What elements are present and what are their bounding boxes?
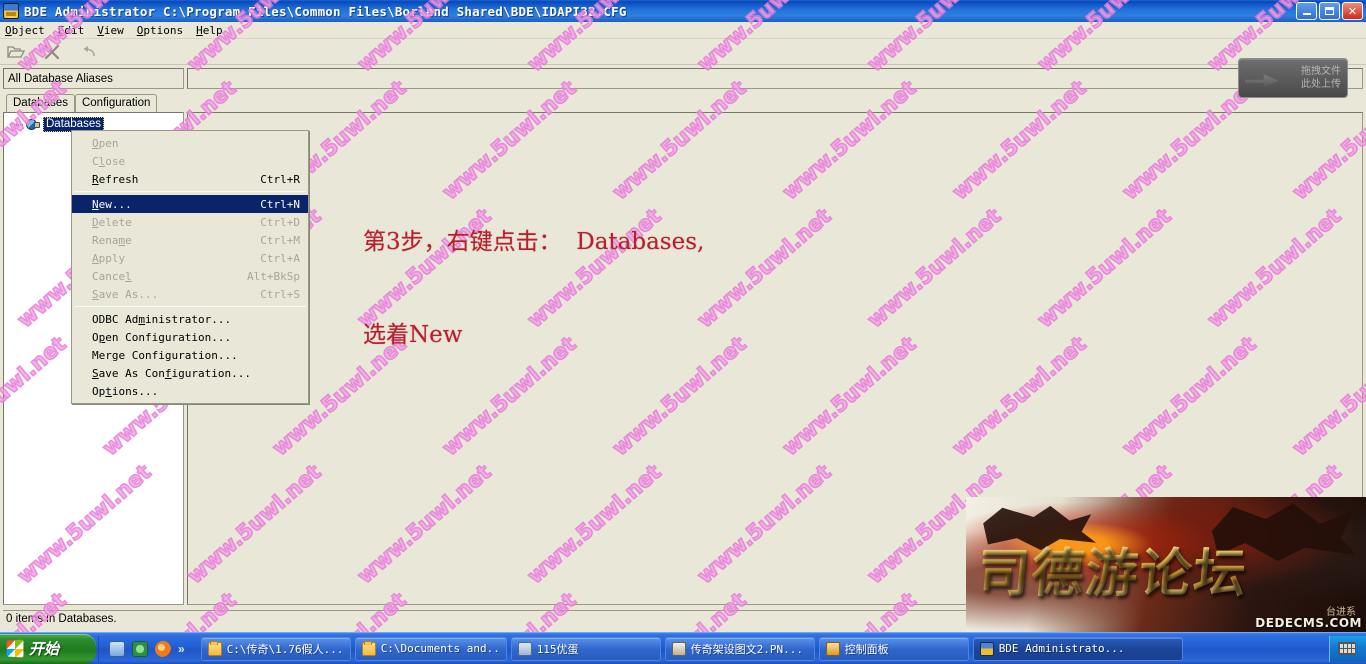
banner-credit: DEDECMS.COM: [1255, 616, 1362, 630]
menu-item-cancel[interactable]: Cancel Alt+BkSp: [72, 267, 308, 285]
task-button-label: C:\Documents and...: [380, 642, 500, 655]
alias-bar-row: All Database Aliases: [3, 68, 1363, 89]
task-button-label: 控制面板: [844, 642, 889, 656]
app-icon: [517, 641, 532, 656]
menu-item-save-as[interactable]: Save As... Ctrl+S: [72, 285, 308, 303]
taskbar: 开始 » C:\传奇\1.76假人... C:\Documents and...…: [0, 632, 1366, 664]
game-forum-banner: 司德游论坛 台进系 DEDECMS.COM: [966, 497, 1366, 632]
task-button-label: BDE Administrato...: [998, 642, 1125, 655]
menu-edit[interactable]: Edit: [58, 24, 85, 37]
task-button-bde-administrator[interactable]: BDE Administrato...: [972, 636, 1183, 661]
delete-x-icon[interactable]: [42, 43, 62, 61]
task-button-label: C:\传奇\1.76假人...: [226, 642, 344, 656]
context-menu[interactable]: Open Close Refresh Ctrl+R New... Ctrl+N De…: [71, 130, 309, 404]
menu-object-rest: bject: [11, 23, 45, 37]
menu-options-rest: ptions: [143, 23, 184, 37]
menu-view-rest: iew: [103, 23, 124, 37]
menu-item-odbc-administrator[interactable]: ODBC Administrator...: [72, 310, 308, 328]
start-label: 开始: [29, 640, 60, 658]
alias-detail-box: [187, 68, 1363, 89]
menu-item-new-shortcut: Ctrl+N: [260, 197, 300, 211]
menu-object[interactable]: Object: [5, 24, 45, 37]
menu-item-cancel-shortcut: Alt+BkSp: [247, 269, 300, 283]
firefox-icon[interactable]: [155, 640, 171, 657]
menu-item-options[interactable]: Options...: [72, 382, 308, 400]
folder-icon: [207, 640, 222, 656]
task-button-list: C:\传奇\1.76假人... C:\Documents and... 115优…: [193, 633, 1329, 664]
drag-drop-line-2: 此处上传: [1301, 79, 1341, 90]
toolbar: [0, 39, 1366, 65]
title-bar: BDE Administrator C:\Program Files\Commo…: [0, 0, 1366, 22]
banner-title: 司德游论坛: [975, 531, 1362, 606]
menu-item-save-as-shortcut: Ctrl+S: [260, 287, 300, 301]
window-controls: ✕: [1296, 2, 1366, 20]
task-button-documents-folder[interactable]: C:\Documents and...: [354, 636, 507, 661]
tab-strip: Databases Configuration: [3, 93, 184, 113]
menu-edit-rest: dit: [64, 23, 85, 37]
media-player-icon[interactable]: [132, 640, 148, 657]
image-icon: [671, 641, 686, 656]
quick-launch-bar: »: [98, 635, 193, 662]
menu-view[interactable]: View: [97, 24, 124, 37]
drag-drop-text: 拖拽文件 此处上传: [1301, 65, 1341, 91]
task-button-label: 传奇架设图文2.PN...: [690, 642, 804, 656]
bde-icon: [979, 641, 994, 656]
maximize-button[interactable]: [1319, 2, 1340, 20]
menu-help-rest: elp: [202, 23, 223, 37]
window-title: BDE Administrator C:\Program Files\Commo…: [24, 3, 627, 19]
menu-item-new[interactable]: New... Ctrl+N: [72, 195, 308, 213]
task-button-115[interactable]: 115优蛋: [510, 636, 661, 661]
minimize-button[interactable]: [1296, 2, 1317, 20]
task-button-image[interactable]: 传奇架设图文2.PN...: [664, 636, 815, 661]
menu-item-apply[interactable]: Apply Ctrl+A: [72, 249, 308, 267]
windows-logo-icon: [6, 639, 24, 658]
menu-item-open[interactable]: Open: [72, 134, 308, 152]
menu-item-rename[interactable]: Rename Ctrl+M: [72, 231, 308, 249]
task-button-control-panel[interactable]: 控制面板: [818, 636, 969, 661]
folder-icon: [361, 640, 376, 656]
menu-bar: Object Edit View Options Help: [0, 22, 1366, 39]
database-icon: [25, 118, 40, 131]
menu-item-rename-shortcut: Ctrl+M: [260, 233, 300, 247]
quick-launch-chevron-icon[interactable]: »: [178, 642, 185, 656]
menu-item-close[interactable]: Close: [72, 152, 308, 170]
keyboard-icon[interactable]: [1338, 642, 1356, 655]
task-button-label: 115优蛋: [536, 642, 579, 656]
menu-separator-2: [74, 306, 306, 307]
tree-connector-dots: [10, 123, 24, 126]
menu-item-save-as-configuration[interactable]: Save As Configuration...: [72, 364, 308, 382]
menu-item-open-configuration[interactable]: Open Configuration...: [72, 328, 308, 346]
menu-help[interactable]: Help: [196, 24, 223, 37]
show-desktop-icon[interactable]: [109, 640, 125, 657]
open-folder-icon[interactable]: [6, 43, 26, 61]
system-tray: [1329, 635, 1366, 662]
control-panel-icon: [825, 641, 840, 656]
undo-arrow-icon[interactable]: [78, 43, 98, 61]
upload-arrow-icon: [1245, 74, 1279, 87]
drag-drop-line-1: 拖拽文件: [1301, 66, 1341, 77]
menu-separator-1: [74, 191, 306, 192]
tab-configuration[interactable]: Configuration: [74, 94, 158, 112]
tab-databases[interactable]: Databases: [6, 94, 75, 113]
bde-flame-icon: [3, 3, 19, 19]
start-button[interactable]: 开始: [0, 633, 96, 664]
close-button[interactable]: ✕: [1342, 2, 1363, 20]
alias-label: All Database Aliases: [3, 68, 184, 89]
task-button-chuanqi-folder[interactable]: C:\传奇\1.76假人...: [200, 636, 351, 661]
menu-item-apply-shortcut: Ctrl+A: [260, 251, 300, 265]
menu-item-delete[interactable]: Delete Ctrl+D: [72, 213, 308, 231]
status-text: 0 items in Databases.: [6, 613, 117, 625]
menu-options[interactable]: Options: [137, 24, 183, 37]
menu-item-merge-configuration[interactable]: Merge Configuration...: [72, 346, 308, 364]
drag-drop-upload-box[interactable]: 拖拽文件 此处上传: [1238, 58, 1348, 98]
menu-item-delete-shortcut: Ctrl+D: [260, 215, 300, 229]
menu-item-refresh-shortcut: Ctrl+R: [260, 172, 300, 186]
menu-item-refresh[interactable]: Refresh Ctrl+R: [72, 170, 308, 188]
